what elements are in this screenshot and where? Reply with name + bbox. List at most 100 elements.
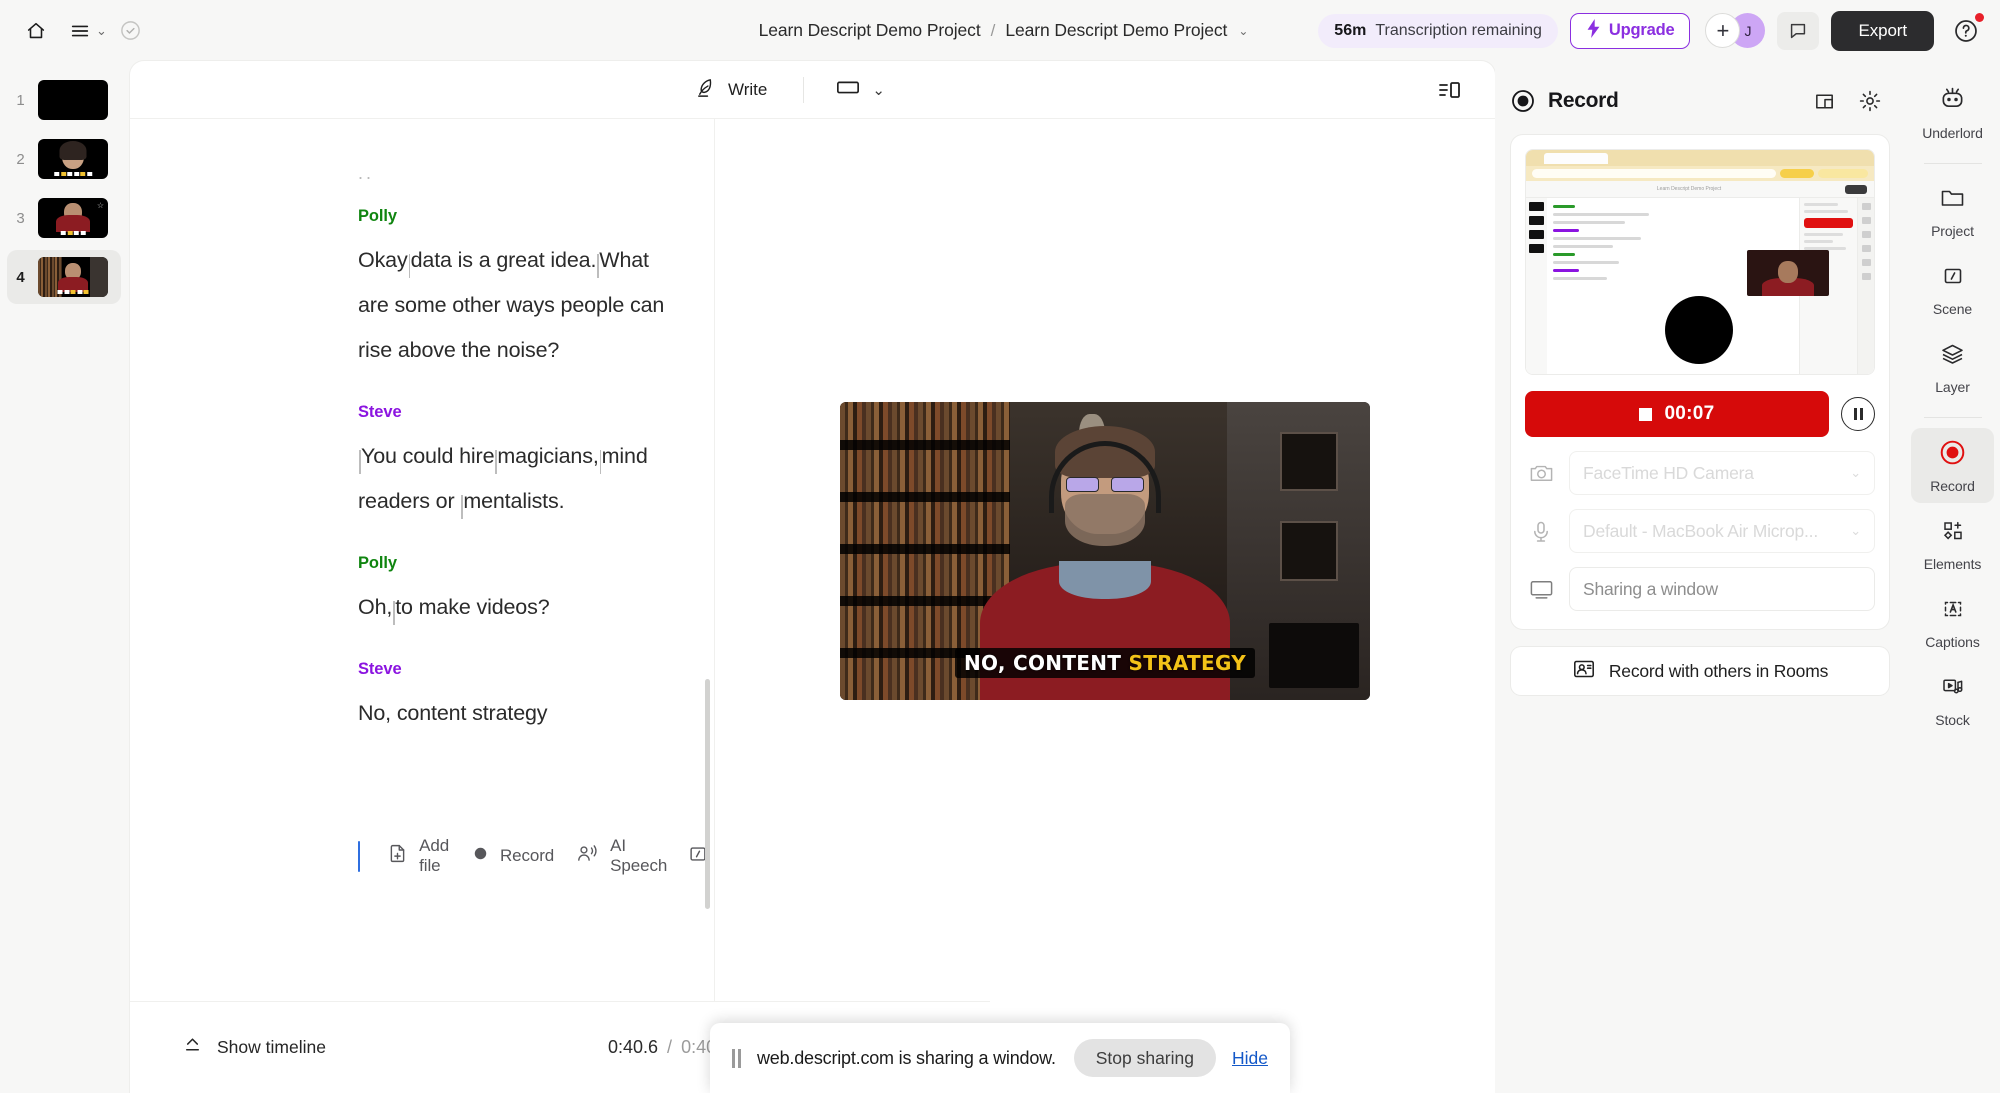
rail-item-captions[interactable]: Captions <box>1911 585 1994 659</box>
split-layout-toggle[interactable] <box>1429 72 1469 108</box>
menu-chevron-down-icon[interactable]: ⌄ <box>96 23 107 39</box>
record-circle-icon <box>1511 89 1535 113</box>
comments-button[interactable] <box>1777 11 1820 50</box>
scene-number: 3 <box>16 209 25 227</box>
ai-speech-label: AI Speech <box>610 836 668 875</box>
scene-number: 2 <box>16 150 25 168</box>
transcript-scrollbar[interactable] <box>705 679 710 909</box>
ai-speech-button[interactable]: AI Speech <box>565 829 678 883</box>
upgrade-button[interactable]: Upgrade <box>1569 12 1691 49</box>
caption-highlight-text: STRATEGY <box>1128 651 1247 675</box>
rail-divider <box>1923 163 1982 164</box>
scene-item-1[interactable]: 1 <box>7 73 121 127</box>
screen-share-select[interactable]: Sharing a window <box>1569 567 1875 611</box>
toolbar-divider <box>803 76 805 103</box>
hide-link[interactable]: Hide <box>1232 1048 1268 1069</box>
transcript-text[interactable]: No, content strategy <box>358 691 684 736</box>
help-button[interactable] <box>1946 11 1986 51</box>
descript-editor-window: ⌄ Learn Descript Demo Project / Learn De… <box>0 0 2000 1093</box>
transcript-insert-toolbar: Add file Record AI Speech <box>358 829 714 883</box>
write-button[interactable]: Write <box>680 69 781 111</box>
breadcrumb-chevron-down-icon[interactable]: ⌄ <box>1238 24 1248 38</box>
video-preview[interactable]: NO, CONTENT STRATEGY <box>840 402 1370 700</box>
rail-item-project[interactable]: Project <box>1911 174 1994 248</box>
gear-icon[interactable] <box>1849 82 1891 120</box>
stop-square-icon <box>1639 407 1653 421</box>
quill-pen-icon <box>694 76 717 104</box>
transcript-text[interactable]: Oh, to make videos? <box>358 585 684 630</box>
caption-plain-text: NO, CONTENT <box>963 651 1122 675</box>
screen-share-preview: Learn Descript Demo Project <box>1525 149 1875 375</box>
editor-card: Write ⌄ .. Polly Okay data is a great id… <box>130 61 1495 1093</box>
breadcrumb-current[interactable]: Learn Descript Demo Project <box>998 15 1234 46</box>
popout-window-icon[interactable] <box>1803 82 1845 120</box>
time-separator: / <box>667 1037 673 1057</box>
record-label: Record <box>499 846 555 865</box>
add-file-button[interactable]: Add file <box>376 829 461 883</box>
check-circle-icon[interactable] <box>109 11 153 51</box>
microphone-icon <box>1525 520 1557 543</box>
screen-share-notification: web.descript.com is sharing a window. St… <box>710 1023 1290 1093</box>
transcript-text[interactable]: You could hire magicians, mind readers or … <box>358 434 684 524</box>
stop-recording-button[interactable]: 00:07 <box>1525 391 1829 437</box>
top-bar-left-group: ⌄ <box>0 11 153 51</box>
transcript-text[interactable]: Okay data is a great idea. What are some o… <box>358 238 684 373</box>
speaker-label[interactable]: Polly <box>358 554 684 573</box>
speaker-label[interactable]: Steve <box>358 403 684 422</box>
star-icon: ☆ <box>96 201 104 210</box>
home-icon[interactable] <box>14 11 58 51</box>
rail-label: Record <box>1930 478 1975 494</box>
camera-icon <box>1525 462 1557 484</box>
scene-item-4[interactable]: 4 <box>7 250 121 304</box>
scene-item-2[interactable]: 2 <box>7 132 121 186</box>
editor-toolbar: Write ⌄ <box>130 61 1495 119</box>
people-frame-icon <box>1572 658 1596 685</box>
speaker-label[interactable]: Polly <box>358 207 684 226</box>
show-timeline-label: Show timeline <box>217 1037 326 1057</box>
record-panel-header: Record <box>1495 77 1905 125</box>
speaker-label[interactable]: Steve <box>358 660 684 679</box>
record-button[interactable]: Record <box>461 838 565 874</box>
scene-slash-icon <box>1940 263 1966 294</box>
record-panel-title: Record <box>1548 89 1619 112</box>
transcript-paragraph: Polly Okay data is a great idea. What are … <box>358 207 684 373</box>
pause-bars-icon[interactable] <box>732 1048 741 1068</box>
transcript-paragraph: Polly Oh, to make videos? <box>358 554 684 630</box>
rail-label: Layer <box>1935 379 1970 395</box>
rail-label: Stock <box>1935 712 1970 728</box>
rail-item-underlord[interactable]: Underlord <box>1911 75 1994 150</box>
rail-item-elements[interactable]: Elements <box>1911 507 1994 581</box>
notification-dot <box>1975 12 1984 22</box>
microphone-device-row: Default - MacBook Air Microp... ⌄ <box>1525 509 1875 553</box>
transcript-paragraph: Steve You could hire magicians, mind reade… <box>358 403 684 524</box>
show-timeline-button[interactable]: Show timeline <box>172 1028 335 1067</box>
record-panel-actions <box>1803 82 1891 120</box>
rail-label: Scene <box>1932 301 1973 317</box>
record-circle-icon <box>1939 439 1966 471</box>
stop-sharing-button[interactable]: Stop sharing <box>1073 1039 1216 1077</box>
pause-recording-button[interactable] <box>1841 397 1875 431</box>
editor-body: .. Polly Okay data is a great idea. What a… <box>130 119 1495 1001</box>
shapes-plus-icon <box>1940 518 1966 549</box>
rail-item-record[interactable]: Record <box>1911 428 1994 503</box>
camera-select[interactable]: FaceTime HD Camera ⌄ <box>1569 451 1875 495</box>
transcript-ellipsis: .. <box>358 163 375 183</box>
scene-number: 4 <box>16 268 25 286</box>
write-label: Write <box>728 79 768 99</box>
aspect-ratio-selector[interactable]: ⌄ <box>826 72 895 107</box>
recording-timer: 00:07 <box>1664 403 1715 424</box>
rail-item-layer[interactable]: Layer <box>1911 330 1994 404</box>
collaborators-group: + J <box>1705 13 1766 48</box>
folder-icon <box>1939 185 1966 216</box>
breadcrumb-root[interactable]: Learn Descript Demo Project <box>752 15 988 46</box>
screen-share-value: Sharing a window <box>1583 578 1718 599</box>
captions-a-icon <box>1940 596 1966 627</box>
scene-item-3[interactable]: 3 ☆ <box>7 191 121 245</box>
rail-item-scene[interactable]: Scene <box>1911 252 1994 326</box>
rail-label: Underlord <box>1922 125 1983 141</box>
rail-item-stock[interactable]: Stock <box>1911 663 1994 737</box>
export-button[interactable]: Export <box>1831 10 1934 51</box>
microphone-select[interactable]: Default - MacBook Air Microp... ⌄ <box>1569 509 1875 553</box>
record-with-others-button[interactable]: Record with others in Rooms <box>1511 647 1889 695</box>
chevron-down-icon: ⌄ <box>1850 523 1861 538</box>
